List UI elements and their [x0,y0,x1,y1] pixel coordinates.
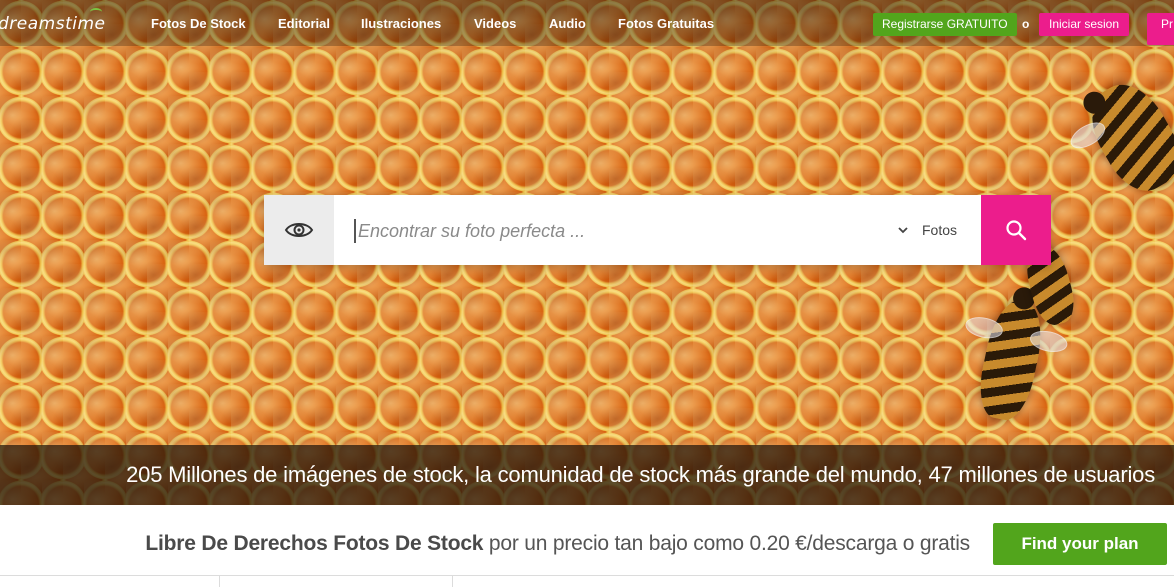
search-submit-button[interactable] [981,195,1051,265]
search-input[interactable] [354,219,880,243]
dreamstime-logo[interactable]: dreamstime [0,8,106,34]
logo-leaf-icon [90,8,102,16]
visual-search-button[interactable] [264,195,334,265]
search-bar: Fotos [264,195,1051,265]
nav-videos[interactable]: Videos [474,16,516,31]
search-type-dropdown[interactable]: Fotos [898,195,957,265]
find-your-plan-button[interactable]: Find your plan [993,523,1167,565]
column-separator [452,576,453,587]
pricing-strong-text: Libre De Derechos Fotos De Stock [145,532,484,555]
eye-icon [284,223,314,237]
stats-banner: 205 Millones de imágenes de stock, la co… [0,445,1174,505]
pricing-text: Libre De Derechos Fotos De Stock por un … [145,532,970,556]
login-button[interactable]: Iniciar sesion [1039,13,1130,36]
logo-text: dreamstime [0,14,106,34]
nav-fotos-gratuitas[interactable]: Fotos Gratuitas [618,16,714,31]
pricing-rest-text: por un precio tan bajo como 0.20 €/desca… [483,532,970,555]
stats-text: 205 Millones de imágenes de stock, la co… [126,462,1155,487]
search-input-container: Fotos [334,195,981,265]
register-free-button[interactable]: Registrarse GRATUITO [873,13,1017,36]
column-separator [219,576,220,587]
nav-ilustraciones[interactable]: Ilustraciones [361,16,441,31]
pro-button[interactable]: Pr [1147,13,1174,45]
pricing-bar: Libre De Derechos Fotos De Stock por un … [0,505,1174,575]
top-navigation-bar: dreamstime Fotos De Stock Editorial Ilus… [0,0,1174,46]
search-icon [1006,220,1027,241]
search-type-selected: Fotos [921,222,957,238]
nav-audio[interactable]: Audio [549,16,586,31]
nav-fotos-de-stock[interactable]: Fotos De Stock [151,16,246,31]
section-divider [0,575,1174,576]
or-separator-text: o [1022,17,1030,31]
chevron-down-icon [898,226,908,234]
nav-editorial[interactable]: Editorial [278,16,330,31]
